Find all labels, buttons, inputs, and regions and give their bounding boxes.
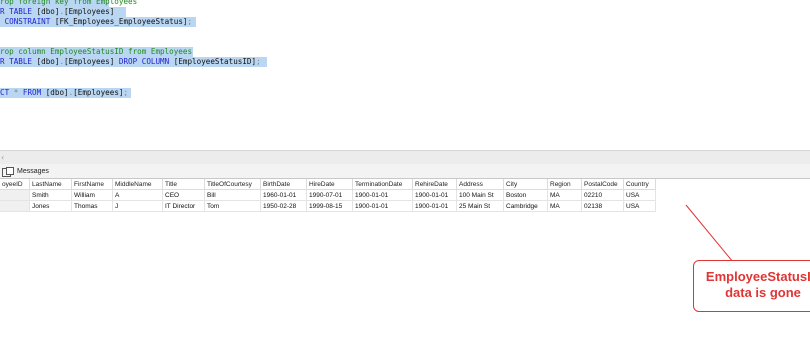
code-token: DROP COLUMN [118, 57, 174, 66]
code-line-select: CT * FROM [dbo].[Employees]; [0, 88, 131, 98]
table-cell[interactable]: A [113, 190, 163, 201]
column-header[interactable]: Address [457, 179, 504, 190]
column-header[interactable]: TerminationDate [353, 179, 413, 190]
table-cell[interactable] [0, 190, 30, 201]
table-cell[interactable]: 02210 [582, 190, 624, 201]
grid-header-row: oyeeID LastName FirstName MiddleName Title Ti… [0, 179, 656, 190]
tab-messages[interactable]: Messages [0, 164, 55, 178]
code-line-alter-table: R TABLE [dbo].[Employees] [0, 7, 126, 17]
code-token: [dbo] [45, 88, 69, 97]
callout-line-2: data is gone [725, 285, 801, 300]
table-cell[interactable]: MA [548, 201, 582, 212]
code-token: R TABLE [0, 57, 37, 66]
code-token: [Employees] [73, 88, 124, 97]
table-cell[interactable]: USA [624, 190, 656, 201]
table-cell[interactable]: William [72, 190, 113, 201]
table-cell[interactable]: 1900-01-01 [413, 201, 457, 212]
query-editor[interactable]: rop foreign key from Employees R TABLE [… [0, 0, 810, 150]
table-cell[interactable]: Tom [205, 201, 261, 212]
column-header[interactable]: LastName [30, 179, 72, 190]
code-line-drop-column: R TABLE [dbo].[Employees] DROP COLUMN [E… [0, 57, 267, 67]
table-cell[interactable]: IT Director [163, 201, 205, 212]
column-header[interactable]: City [504, 179, 548, 190]
callout-box: EmployeeStatusID data is gone [693, 260, 810, 312]
table-cell[interactable]: 1999-08-15 [307, 201, 353, 212]
messages-icon [2, 166, 14, 177]
table-cell[interactable]: 25 Main St [457, 201, 504, 212]
column-header[interactable]: BirthDate [261, 179, 307, 190]
code-line-comment-drop-fk: rop foreign key from Employees [0, 0, 137, 7]
results-tab-strip: Messages [0, 164, 810, 179]
column-header[interactable]: oyeeID [0, 179, 30, 190]
table-cell[interactable]: 1900-01-01 [413, 190, 457, 201]
scroll-left-icon[interactable]: ‹ [1, 153, 4, 162]
table-cell[interactable]: 02138 [582, 201, 624, 212]
tab-messages-label: Messages [17, 167, 49, 175]
pane-splitter[interactable]: ‹ [0, 150, 810, 165]
table-cell[interactable]: Boston [504, 190, 548, 201]
column-header[interactable]: Country [624, 179, 656, 190]
table-cell[interactable]: 1900-01-01 [353, 190, 413, 201]
column-header[interactable]: TitleOfCourtesy [205, 179, 261, 190]
column-header[interactable]: MiddleName [113, 179, 163, 190]
table-cell[interactable]: 1950-02-28 [261, 201, 307, 212]
code-token: [dbo] [36, 7, 60, 16]
table-cell[interactable]: CEO [163, 190, 205, 201]
table-cell[interactable]: USA [624, 201, 656, 212]
callout-line-1: EmployeeStatusID [705, 269, 810, 284]
column-header[interactable]: PostalCode [582, 179, 624, 190]
table-cell[interactable]: Jones [30, 201, 72, 212]
table-cell[interactable]: 100 Main St [457, 190, 504, 201]
table-cell[interactable] [0, 201, 30, 212]
code-token: [Employees] [64, 57, 119, 66]
code-token: ; [187, 17, 193, 26]
column-header[interactable]: RehireDate [413, 179, 457, 190]
table-cell[interactable]: Bill [205, 190, 261, 201]
code-token: ; [123, 88, 129, 97]
code-token: CT [0, 88, 14, 97]
table-row: Jones Thomas J IT Director Tom 1950-02-28 1999… [0, 201, 656, 212]
table-cell[interactable]: Thomas [72, 201, 113, 212]
code-token: [FK_Employees_EmployeeStatus] [54, 17, 188, 26]
column-header[interactable]: FirstName [72, 179, 113, 190]
column-header[interactable]: HireDate [307, 179, 353, 190]
table-cell[interactable]: Smith [30, 190, 72, 201]
code-line-comment-drop-column: rop column EmployeeStatusID from Employe… [0, 47, 193, 57]
column-header[interactable]: Region [548, 179, 582, 190]
code-token: CONSTRAINT [0, 17, 55, 26]
results-pane: Messages oyeeID LastName FirstName MiddleNa… [0, 164, 810, 346]
code-token: rop column EmployeeStatusID from Employe… [0, 47, 193, 56]
code-token: FROM [22, 88, 46, 97]
table-cell[interactable]: 1990-07-01 [307, 190, 353, 201]
code-token: [EmployeeStatusID] [173, 57, 257, 66]
table-cell[interactable]: Cambridge [504, 201, 548, 212]
code-token: [Employees] [64, 7, 115, 16]
code-token: R TABLE [0, 7, 37, 16]
code-line-drop-constraint: CONSTRAINT [FK_Employees_EmployeeStatus]… [0, 17, 196, 27]
column-header[interactable]: Title [163, 179, 205, 190]
table-cell[interactable]: MA [548, 190, 582, 201]
code-token: * [13, 88, 23, 97]
code-token: rop foreign key from Employees [0, 0, 138, 6]
table-cell[interactable]: 1900-01-01 [353, 201, 413, 212]
code-token: ; [256, 57, 261, 66]
table-cell[interactable]: 1960-01-01 [261, 190, 307, 201]
code-token: [dbo] [36, 57, 60, 66]
table-cell[interactable]: J [113, 201, 163, 212]
table-row: Smith William A CEO Bill 1960-01-01 1990-07-01… [0, 190, 656, 201]
